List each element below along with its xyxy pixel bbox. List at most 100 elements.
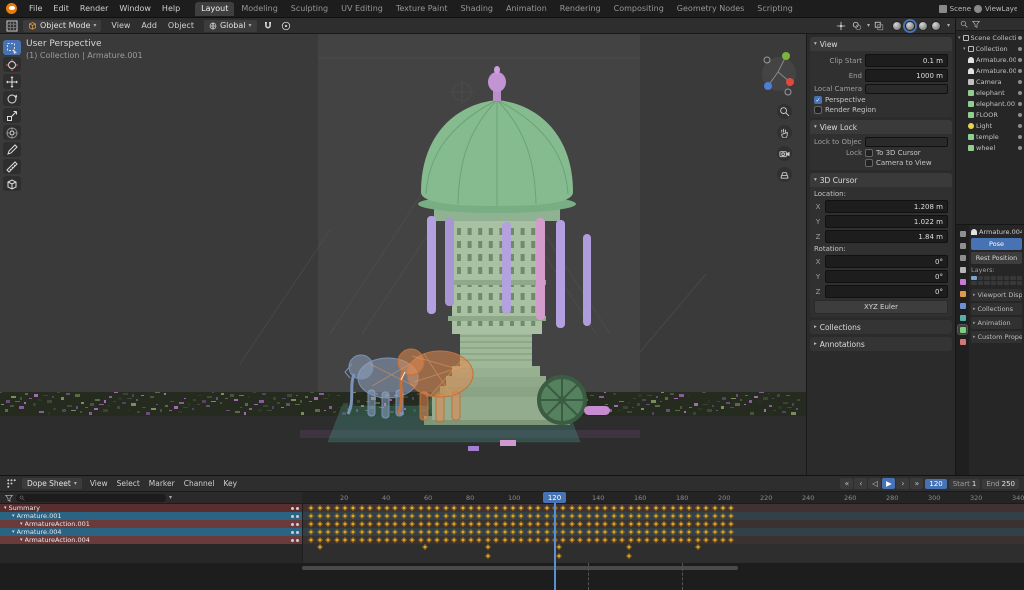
cursor-y-field[interactable]: 1.022 m: [825, 215, 948, 228]
playhead-line[interactable]: [554, 492, 556, 590]
visibility-eye-icon[interactable]: [1018, 69, 1022, 73]
prev-keyframe-button[interactable]: ‹: [854, 478, 867, 489]
layer-cell[interactable]: [991, 276, 997, 280]
render-region-checkbox[interactable]: [814, 106, 822, 114]
dopesheet-scroll-area[interactable]: [0, 563, 1024, 590]
tool-move-icon[interactable]: [3, 74, 21, 89]
tool-rotate-icon[interactable]: [3, 91, 21, 106]
properties-tab-object[interactable]: [958, 289, 967, 298]
frame-start-field[interactable]: Start1: [949, 479, 981, 489]
viewport-canvas[interactable]: User Perspective (1) Collection | Armatu…: [0, 34, 806, 475]
editor-type-icon[interactable]: [5, 19, 18, 32]
visibility-eye-icon[interactable]: [1018, 58, 1022, 62]
layer-cell[interactable]: [971, 281, 977, 285]
visibility-eye-icon[interactable]: [1018, 36, 1022, 40]
viewport-menu-object[interactable]: Object: [163, 20, 199, 31]
chevron-down-icon[interactable]: ▾: [867, 22, 870, 29]
properties-tab-material[interactable]: [958, 337, 967, 346]
keyframe[interactable]: [317, 544, 323, 550]
dopesheet-menu-channel[interactable]: Channel: [180, 478, 219, 489]
cursor-z-field[interactable]: 1.84 m: [825, 230, 948, 243]
layer-cell[interactable]: [997, 276, 1003, 280]
workspace-tab-animation[interactable]: Animation: [500, 2, 553, 16]
jump-end-button[interactable]: »: [910, 478, 923, 489]
layer-cell[interactable]: [991, 281, 997, 285]
local-camera-field[interactable]: [865, 84, 948, 94]
nav-perspective-icon[interactable]: [777, 167, 792, 182]
keyframe[interactable]: [485, 544, 491, 550]
layer-cell[interactable]: [971, 276, 977, 280]
layer-cell[interactable]: [1017, 281, 1023, 285]
outliner-row-light[interactable]: Light: [956, 120, 1024, 131]
tool-cursor-icon[interactable]: [3, 57, 21, 72]
cursor-x-field[interactable]: 1.208 m: [825, 200, 948, 213]
properties-tab-scene[interactable]: [958, 265, 967, 274]
workspace-tab-sculpting[interactable]: Sculpting: [285, 2, 334, 16]
camera-to-view-checkbox[interactable]: [865, 159, 873, 167]
tool-add-cube-icon[interactable]: [3, 176, 21, 191]
layer-cell[interactable]: [1017, 276, 1023, 280]
workspace-tab-texture-paint[interactable]: Texture Paint: [390, 2, 454, 16]
keyframe[interactable]: [626, 544, 632, 550]
tool-select-box-icon[interactable]: [3, 40, 21, 55]
jump-start-button[interactable]: «: [840, 478, 853, 489]
blender-logo-icon[interactable]: [6, 3, 17, 14]
properties-tab-modifiers[interactable]: [958, 301, 967, 310]
armature-layers-grid[interactable]: [971, 276, 1022, 285]
next-keyframe-button[interactable]: ›: [896, 478, 909, 489]
visibility-eye-icon[interactable]: [1018, 124, 1022, 128]
visibility-eye-icon[interactable]: [1018, 80, 1022, 84]
layer-cell[interactable]: [978, 276, 984, 280]
cursor-ry-field[interactable]: 0°: [825, 270, 948, 283]
outliner-row-floor[interactable]: FLOOR: [956, 109, 1024, 120]
scene-selector[interactable]: Scene: [950, 5, 971, 13]
play-button[interactable]: ▶: [882, 478, 895, 489]
workspace-tab-scripting[interactable]: Scripting: [751, 2, 799, 16]
workspace-tab-shading[interactable]: Shading: [454, 2, 499, 16]
xray-toggle-icon[interactable]: [873, 19, 886, 32]
tool-transform-icon[interactable]: [3, 125, 21, 140]
viewlayer-selector[interactable]: ViewLayer: [985, 5, 1017, 13]
workspace-tab-geometry-nodes[interactable]: Geometry Nodes: [671, 2, 750, 16]
keyframe[interactable]: [556, 553, 562, 559]
channel-armature-004[interactable]: ▾Armature.004: [0, 528, 302, 536]
visibility-eye-icon[interactable]: [1018, 47, 1022, 51]
channel-search-input[interactable]: [16, 494, 166, 502]
chevron-down-icon[interactable]: ▾: [947, 22, 950, 29]
dopesheet-menu-select[interactable]: Select: [113, 478, 144, 489]
mode-dropdown[interactable]: Object Mode ▾: [23, 20, 101, 32]
menu-file[interactable]: File: [24, 2, 47, 15]
channel-armature-001[interactable]: ▾Armature.001: [0, 512, 302, 520]
filter-icon[interactable]: [971, 20, 980, 29]
collections-panel-header[interactable]: ▸ Collections: [810, 320, 952, 334]
frame-ruler[interactable]: 0204060801001201401601802002202402602803…: [302, 492, 1024, 504]
overlays-icon[interactable]: [851, 19, 864, 32]
nav-camera-icon[interactable]: [777, 146, 792, 161]
channel-summary[interactable]: ▾Summary: [0, 504, 302, 512]
keyframe-area[interactable]: [302, 504, 1024, 563]
properties-tab-output[interactable]: [958, 241, 967, 250]
cursor-panel-header[interactable]: ▾ 3D Cursor: [810, 173, 952, 187]
shading-rendered-icon[interactable]: [931, 21, 941, 31]
properties-tab-render[interactable]: [958, 229, 967, 238]
clip-end-field[interactable]: 1000 m: [865, 69, 948, 82]
layer-cell[interactable]: [1010, 276, 1016, 280]
visibility-eye-icon[interactable]: [1018, 91, 1022, 95]
properties-tab-object-data[interactable]: [958, 325, 967, 334]
nav-zoom-icon[interactable]: [777, 104, 792, 119]
menu-window[interactable]: Window: [114, 2, 156, 15]
horizontal-scrollbar[interactable]: [302, 566, 738, 570]
proportional-editing-icon[interactable]: [280, 19, 293, 32]
layer-cell[interactable]: [1010, 281, 1016, 285]
outliner-row-camera[interactable]: Camera: [956, 76, 1024, 87]
rest-position-button[interactable]: Rest Position: [971, 252, 1022, 264]
visibility-eye-icon[interactable]: [1018, 113, 1022, 117]
outliner-row-elephant[interactable]: elephant: [956, 87, 1024, 98]
tool-scale-icon[interactable]: [3, 108, 21, 123]
play-reverse-button[interactable]: ◁: [868, 478, 881, 489]
panel-collections[interactable]: ▸Collections: [971, 303, 1022, 315]
outliner-row-scene-collection[interactable]: ▾Scene Collection: [956, 32, 1024, 43]
keyframe[interactable]: [485, 553, 491, 559]
workspace-tab-modeling[interactable]: Modeling: [235, 2, 283, 16]
visibility-eye-icon[interactable]: [1018, 135, 1022, 139]
